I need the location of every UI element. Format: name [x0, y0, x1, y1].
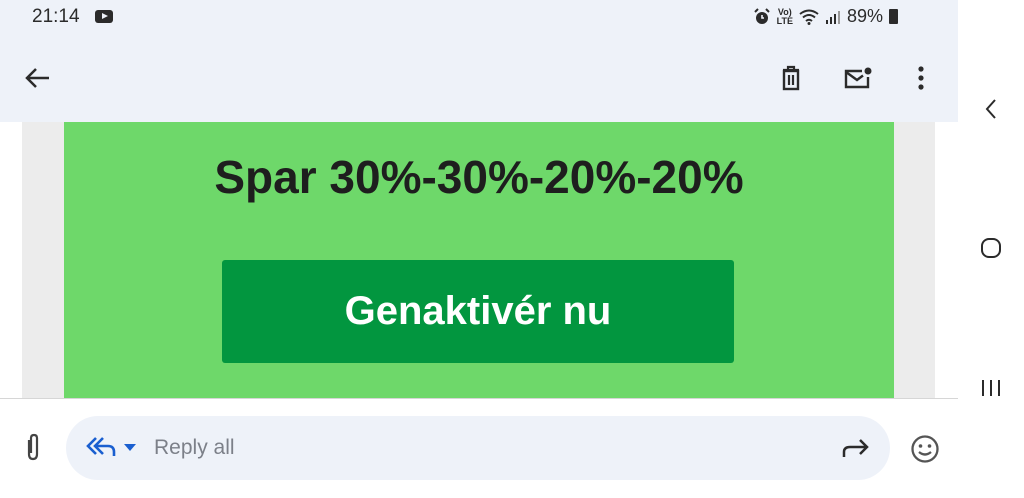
- youtube-notification-icon: [95, 10, 113, 23]
- nav-back-button[interactable]: [976, 94, 1006, 124]
- delete-button[interactable]: [771, 58, 811, 98]
- reply-mode-dropdown-icon[interactable]: [124, 444, 136, 451]
- promo-banner: Spar 30%-30%-20%-20% Genaktivér nu: [64, 122, 894, 398]
- reply-all-field[interactable]: Reply all: [66, 416, 890, 480]
- emoji-icon[interactable]: [910, 434, 940, 464]
- email-toolbar: [0, 34, 958, 122]
- nav-back-icon: [985, 99, 996, 119]
- wifi-icon: [799, 9, 819, 25]
- nav-recents-button[interactable]: [976, 373, 1006, 403]
- email-body: Spar 30%-30%-20%-20% Genaktivér nu: [0, 122, 958, 398]
- volte-indicator: Vo) LTE: [776, 7, 793, 26]
- more-vert-icon: [918, 66, 924, 90]
- battery-percent: 89%: [846, 6, 883, 26]
- android-navigation-bar: [958, 0, 1024, 498]
- mail-unread-icon: [844, 67, 872, 89]
- forward-icon[interactable]: [842, 436, 870, 460]
- reactivate-button[interactable]: Genaktivér nu: [222, 260, 734, 363]
- volte-bottom-label: LTE: [776, 15, 793, 26]
- battery-icon: [889, 9, 898, 24]
- back-arrow-icon: [25, 68, 49, 88]
- promo-title: Spar 30%-30%-20%-20%: [214, 151, 744, 203]
- back-button[interactable]: [18, 58, 58, 98]
- mark-unread-button[interactable]: [838, 58, 878, 98]
- nav-recents-icon: [982, 380, 1000, 396]
- attachment-icon: [27, 433, 39, 461]
- more-options-button[interactable]: [901, 58, 941, 98]
- reply-bar: Reply all: [0, 399, 958, 498]
- status-icons: Vo) LTE 89%: [753, 6, 898, 27]
- reply-all-placeholder: Reply all: [154, 436, 235, 459]
- nav-home-icon: [981, 238, 1001, 258]
- alarm-icon: [753, 7, 770, 24]
- status-time: 21:14: [32, 6, 80, 27]
- status-bar: 21:14 Vo) LTE 89%: [0, 0, 958, 34]
- nav-home-button[interactable]: [976, 233, 1006, 263]
- attach-button[interactable]: [20, 432, 46, 462]
- reply-all-icon[interactable]: [86, 434, 116, 458]
- signal-icon: [825, 10, 840, 24]
- trash-icon: [782, 65, 800, 91]
